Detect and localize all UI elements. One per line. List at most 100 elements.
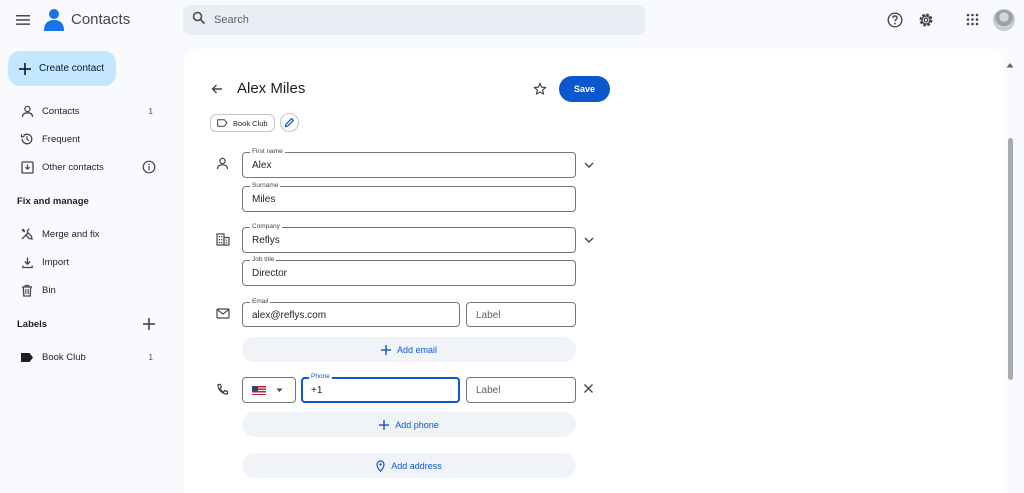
star-outline-icon <box>533 82 547 95</box>
search-input[interactable] <box>214 7 634 33</box>
sidebar-item-merge-and-fix[interactable]: Merge and fix <box>8 222 160 246</box>
create-contact-button[interactable]: Create contact <box>8 51 116 86</box>
scroll-up-arrow-icon <box>1006 63 1014 68</box>
person-icon <box>20 104 34 118</box>
caret-down-icon <box>276 388 283 392</box>
location-pin-icon <box>376 459 385 472</box>
label-chip[interactable]: Book Club <box>210 114 275 132</box>
back-button[interactable] <box>210 82 224 96</box>
plus-icon <box>380 344 391 355</box>
contact-name-heading: Alex Miles <box>237 80 306 97</box>
add-phone-button[interactable]: Add phone <box>242 412 576 437</box>
add-address-button[interactable]: Add address <box>242 453 576 478</box>
settings-button[interactable] <box>917 11 935 29</box>
chevron-down-icon <box>584 237 594 243</box>
phone-label-input[interactable] <box>476 385 568 396</box>
apps-grid-icon <box>966 13 979 26</box>
app-title: Contacts <box>71 11 131 28</box>
email-label-input[interactable] <box>476 310 568 321</box>
add-address-label: Add address <box>391 460 442 471</box>
sidebar-item-label: Book Club <box>42 351 86 363</box>
edit-labels-button[interactable] <box>280 113 299 132</box>
search-icon <box>192 11 206 25</box>
add-email-label: Add email <box>396 344 438 355</box>
label-count: 1 <box>148 352 153 362</box>
building-icon <box>216 233 230 246</box>
plus-icon <box>19 62 31 75</box>
contacts-count: 1 <box>148 106 153 116</box>
job-title-label: Job title <box>250 256 277 264</box>
sidebar-item-frequent[interactable]: Frequent <box>8 127 160 151</box>
plus-icon <box>379 419 390 430</box>
expand-company-button[interactable] <box>583 234 595 246</box>
surname-input[interactable] <box>252 194 568 205</box>
help-icon <box>887 12 903 28</box>
phone-label: Phone <box>309 373 332 381</box>
email-label: Email <box>250 298 271 306</box>
pencil-icon <box>284 118 294 128</box>
country-code-select[interactable] <box>242 377 296 403</box>
us-flag-icon <box>252 385 266 395</box>
hamburger-icon <box>16 15 30 25</box>
chevron-down-icon <box>584 162 594 168</box>
add-email-button[interactable]: Add email <box>242 337 576 362</box>
history-icon <box>20 132 34 146</box>
main-menu-button[interactable] <box>12 9 34 31</box>
surname-label: Surname <box>250 182 281 190</box>
sidebar-item-label: Bin <box>42 284 56 296</box>
surname-field[interactable]: Surname <box>242 182 576 212</box>
apps-button[interactable] <box>966 13 979 26</box>
sidebar-item-label: Contacts <box>42 105 80 117</box>
company-field[interactable]: Company <box>242 223 576 253</box>
sidebar-item-label: Merge and fix <box>42 228 100 240</box>
phone-icon <box>216 383 229 396</box>
company-input[interactable] <box>252 235 568 246</box>
remove-phone-button[interactable] <box>583 383 594 394</box>
sidebar-item-other-contacts[interactable]: Other contacts <box>8 155 160 179</box>
close-icon <box>584 384 593 393</box>
email-label-field[interactable] <box>466 302 576 327</box>
person-icon <box>216 157 229 170</box>
email-input[interactable] <box>252 310 452 321</box>
sidebar-item-label: Other contacts <box>42 161 104 173</box>
help-button[interactable] <box>886 11 904 29</box>
sidebar-item-label: Frequent <box>42 133 81 145</box>
sidebar-item-book-club[interactable]: Book Club 1 <box>8 345 160 369</box>
sidebar-item-contacts[interactable]: Contacts 1 <box>8 99 160 123</box>
job-title-input[interactable] <box>252 268 568 279</box>
sidebar-item-bin[interactable]: Bin <box>8 278 160 302</box>
job-title-field[interactable]: Job title <box>242 256 576 286</box>
mail-icon <box>216 308 230 319</box>
add-phone-label: Add phone <box>395 419 439 430</box>
fix-and-manage-heading: Fix and manage <box>17 196 89 207</box>
scroll-up-button[interactable] <box>1006 62 1014 68</box>
tools-icon <box>20 227 34 241</box>
create-label-button[interactable] <box>142 317 156 331</box>
info-icon[interactable] <box>142 160 156 174</box>
contacts-logo-icon <box>42 7 66 33</box>
phone-input[interactable] <box>311 385 450 396</box>
expand-name-button[interactable] <box>583 159 595 171</box>
first-name-field[interactable]: First name <box>242 148 576 178</box>
label-icon <box>20 350 34 364</box>
inbox-download-icon <box>20 160 34 174</box>
phone-field[interactable]: Phone <box>301 373 460 403</box>
scrollbar-thumb[interactable] <box>1008 138 1013 380</box>
label-chip-text: Book Club <box>233 118 268 128</box>
arrow-back-icon <box>211 84 222 94</box>
labels-heading: Labels <box>17 319 48 330</box>
account-avatar[interactable] <box>993 9 1015 31</box>
email-field[interactable]: Email <box>242 298 460 327</box>
first-name-input[interactable] <box>252 160 568 171</box>
first-name-label: First name <box>250 148 285 156</box>
star-button[interactable] <box>533 82 547 96</box>
sidebar-item-import[interactable]: Import <box>8 250 160 274</box>
sidebar-item-label: Import <box>42 256 69 268</box>
gear-icon <box>919 13 933 27</box>
trash-icon <box>20 283 34 297</box>
label-outline-icon <box>217 119 228 127</box>
download-icon <box>20 255 34 269</box>
create-contact-label: Create contact <box>39 63 105 74</box>
phone-label-field[interactable] <box>466 377 576 403</box>
save-button[interactable]: Save <box>559 76 610 102</box>
